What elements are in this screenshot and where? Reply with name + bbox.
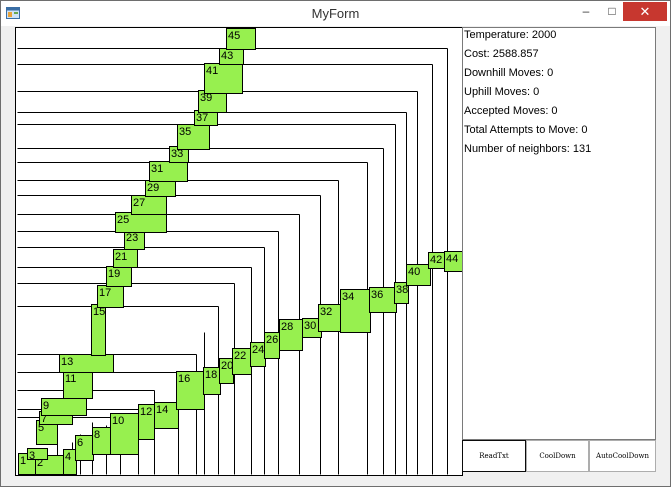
block-label: 6: [77, 437, 83, 449]
block-label: 20: [221, 360, 233, 372]
block-label: 8: [94, 429, 100, 441]
block-label: 18: [205, 369, 217, 381]
block-label: 30: [304, 320, 316, 332]
block-label: 43: [221, 50, 233, 62]
autocooldown-button[interactable]: AutoCoolDown: [589, 440, 656, 472]
neighbors-count-label: Number of neighbors: 131: [464, 143, 592, 155]
readtxt-button[interactable]: ReadTxt: [462, 440, 526, 472]
block-label: 22: [234, 350, 246, 362]
block-label: 9: [43, 400, 49, 412]
block-label: 17: [99, 287, 111, 299]
block-label: 13: [61, 356, 73, 368]
block-label: 40: [408, 266, 420, 278]
minimize-button[interactable]: –: [574, 1, 598, 22]
cost-label: Cost: 2588.857: [464, 48, 539, 60]
block-label: 34: [342, 291, 354, 303]
block-label: 28: [281, 321, 293, 333]
block-label: 32: [320, 306, 332, 318]
block-label: 21: [115, 251, 127, 263]
downhill-moves-label: Downhill Moves: 0: [464, 67, 554, 79]
block-label: 19: [108, 268, 120, 280]
block-label: 12: [140, 406, 152, 418]
block-label: 24: [252, 344, 264, 356]
block-label: 35: [179, 126, 191, 138]
block-label: 44: [446, 253, 458, 265]
block-label: 3: [29, 450, 35, 462]
block-label: 37: [196, 112, 208, 124]
app-window: MyForm – □ ✕ 1 2 3 4 5 6 7 8 9 10 11 12 13 14 15 16 17 18…: [0, 0, 671, 487]
stats-panel: Temperature: 2000 Cost: 2588.857 Downhil…: [462, 27, 656, 440]
block-label: 11: [65, 373, 76, 385]
placement-canvas: 1 2 3 4 5 6 7 8 9 10 11 12 13 14 15 16 17 18 19 20 21 22 23 24 2…: [15, 27, 463, 476]
block-label: 45: [228, 30, 240, 42]
close-button[interactable]: ✕: [623, 2, 667, 21]
block-label: 1: [20, 455, 26, 467]
accepted-moves-label: Accepted Moves: 0: [464, 105, 558, 117]
block-label: 41: [206, 65, 218, 77]
window-title: MyForm: [311, 6, 360, 21]
total-attempts-label: Total Attempts to Move: 0: [464, 124, 588, 136]
block-label: 4: [65, 451, 71, 463]
block-label: 29: [147, 182, 159, 194]
block-label: 26: [266, 334, 278, 346]
cooldown-button[interactable]: CoolDown: [526, 440, 589, 472]
block-label: 23: [126, 232, 138, 244]
block-label: 16: [178, 373, 190, 385]
block-label: 42: [430, 254, 442, 266]
title-bar[interactable]: MyForm – □ ✕: [1, 1, 670, 26]
block-label: 36: [371, 289, 383, 301]
block-label: 10: [112, 415, 124, 427]
maximize-button[interactable]: □: [600, 1, 624, 22]
block-label: 27: [133, 197, 145, 209]
block-label: 14: [156, 404, 168, 416]
uphill-moves-label: Uphill Moves: 0: [464, 86, 540, 98]
block-label: 25: [117, 214, 129, 226]
floorplan-drawing: 1 23 4567891011121314151617181920212223242…: [17, 28, 462, 475]
block-label: 31: [151, 163, 163, 175]
temperature-label: Temperature: 2000: [464, 29, 557, 41]
